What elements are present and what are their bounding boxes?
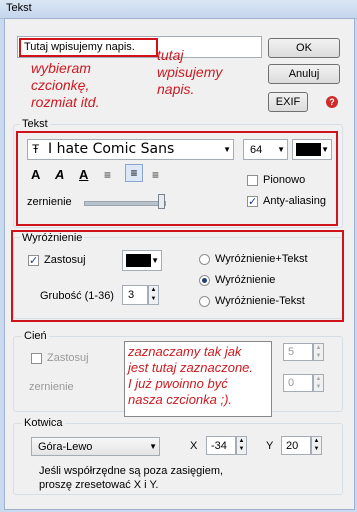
anchor-value: Góra-Lewo [38, 441, 93, 453]
shadow-value1-spinner[interactable]: ▲ ▼ [313, 343, 324, 361]
radio-highlight[interactable] [199, 275, 210, 286]
shadow-value1: 5 [288, 346, 295, 358]
vertical-checkbox[interactable] [247, 175, 258, 186]
anchor-y-value: 20 [286, 440, 299, 452]
highlight-group-label: Wyróżnienie [20, 232, 85, 244]
font-name: I hate Comic Sans [48, 141, 175, 157]
anchor-combo[interactable]: Góra-Lewo ▼ [31, 437, 160, 456]
anchor-x-spinner[interactable]: ▲ ▼ [236, 436, 247, 455]
anchor-x-value: -34 [211, 440, 227, 452]
shadow-group-label: Cień [22, 330, 49, 342]
vertical-label: Pionowo [263, 174, 306, 186]
annotation-text-top-left: wybieram czcionkę, rozmiat itd. [31, 60, 100, 110]
font-type-icon: Ŧ [32, 142, 40, 156]
shadow-value2-spinner[interactable]: ▲ ▼ [313, 374, 324, 392]
thickness-label: Grubość (1-36) [40, 290, 114, 302]
anchor-note: Jeśli współrzędne są poza zasięgiem, pro… [39, 465, 224, 491]
chevron-down-icon: ▼ [149, 442, 157, 451]
shadow-value1-input[interactable]: 5 [283, 343, 313, 361]
radio-highlight-minus-text[interactable] [199, 296, 210, 307]
window-title: Tekst [6, 2, 32, 14]
radio-label-highlight-plus-text: Wyróżnienie+Tekst [215, 253, 308, 265]
antialias-checkbox[interactable] [247, 196, 258, 207]
anchor-group-label: Kotwica [22, 417, 65, 429]
fade-label: zernienie [27, 196, 72, 208]
anchor-y-label: Y [266, 440, 274, 452]
shadow-value2: 0 [288, 377, 295, 389]
font-size-value: 64 [250, 144, 263, 156]
shadow-apply-checkbox[interactable] [31, 353, 42, 364]
shadow-value2-input[interactable]: 0 [283, 374, 313, 392]
chevron-down-icon: ▼ [151, 256, 159, 265]
shadow-fade-label: zernienie [29, 381, 74, 393]
chevron-down-icon: ▼ [223, 145, 231, 154]
text-color-picker[interactable]: ▼ [292, 139, 332, 160]
radio-label-highlight-minus-text: Wyróżnienie-Tekst [215, 295, 305, 307]
text-color-swatch [296, 143, 321, 156]
anchor-y-spinner[interactable]: ▲ ▼ [311, 436, 322, 455]
cancel-button[interactable]: Anuluj [268, 64, 340, 84]
highlight-color-swatch [126, 254, 151, 267]
bold-button[interactable]: A [31, 167, 40, 182]
align-right-icon[interactable]: ≡ [152, 168, 159, 182]
exif-button[interactable]: EXIF [268, 92, 308, 112]
anchor-x-label: X [190, 440, 198, 452]
help-icon[interactable]: ? [326, 96, 338, 108]
text-group-label: Tekst [20, 118, 50, 130]
thickness-spinner[interactable]: ▲ ▼ [148, 285, 159, 305]
anchor-y-input[interactable]: 20 [281, 436, 311, 455]
thickness-value: 3 [128, 289, 135, 301]
fade-slider-track[interactable] [84, 201, 166, 206]
align-left-icon[interactable]: ≡ [104, 168, 111, 182]
highlight-color-picker[interactable]: ▼ [122, 250, 162, 271]
highlight-apply-checkbox[interactable] [28, 255, 39, 266]
fade-slider-thumb[interactable] [158, 194, 165, 209]
highlight-apply-label: Zastosuj [44, 254, 86, 266]
text-input-value: Tutaj wpisujemy napis. [24, 41, 135, 53]
annotation-text-middle: zaznaczamy tak jak jest tutaj zaznaczone… [128, 344, 254, 407]
ok-button[interactable]: OK [268, 38, 340, 58]
font-combo[interactable]: Ŧ I hate Comic Sans ▼ [27, 139, 234, 160]
align-center-icon[interactable]: ≡ [125, 164, 143, 182]
chevron-down-icon: ▼ [277, 145, 285, 154]
thickness-input[interactable]: 3 [122, 285, 148, 305]
radio-highlight-plus-text[interactable] [199, 254, 210, 265]
chevron-down-icon: ▼ [321, 145, 329, 154]
shadow-apply-label: Zastosuj [47, 352, 89, 364]
anchor-x-input[interactable]: -34 [206, 436, 236, 455]
annotation-text-top-right: tutaj wpisujemy napis. [157, 47, 223, 97]
window-titlebar: Tekst [0, 0, 357, 19]
underline-button[interactable]: A [79, 167, 88, 182]
antialias-label: Anty-aliasing [263, 195, 326, 207]
radio-label-highlight: Wyróżnienie [215, 274, 276, 286]
font-size-combo[interactable]: 64 ▼ [243, 139, 288, 160]
italic-button[interactable]: A [55, 167, 64, 182]
